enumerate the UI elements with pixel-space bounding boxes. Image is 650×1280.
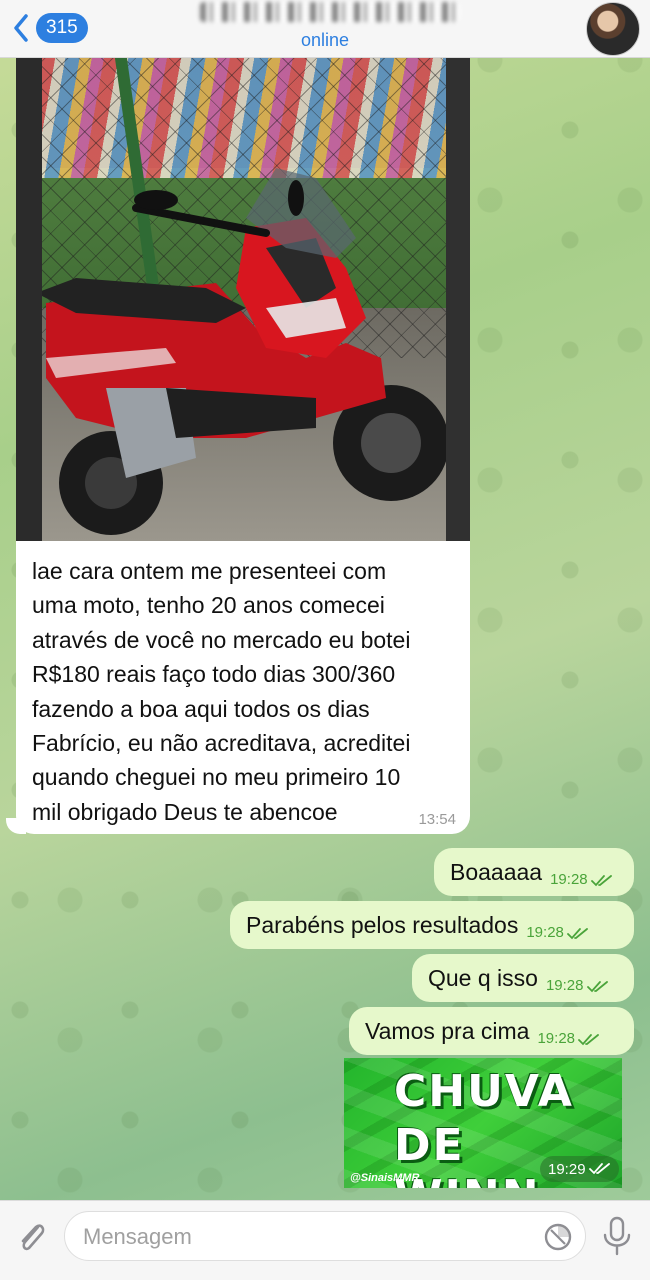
text-line: uma moto, tenho 20 anos comecei [32, 592, 385, 619]
text-line: quando cheguei no meu primeiro 10 [32, 764, 401, 791]
message-time: 13:54 [418, 811, 456, 828]
message-placeholder: Mensagem [83, 1224, 192, 1249]
contact-name[interactable] [200, 2, 460, 22]
contact-status: online [300, 30, 350, 50]
message-input[interactable]: Mensagem [64, 1211, 586, 1261]
sticker-icon[interactable] [543, 1222, 573, 1252]
double-check-icon [566, 927, 588, 939]
text-line: lae cara ontem me presenteei com [32, 558, 387, 584]
message-text: Vamos pra cima [365, 1017, 530, 1044]
text-line: fazendo a boa aqui todos os dias [32, 695, 370, 722]
incoming-message[interactable]: lae cara ontem me presenteei com uma mot… [16, 58, 470, 834]
text-line: através de você no mercado eu botei [32, 626, 411, 653]
message-time: 19:28 [537, 1029, 576, 1047]
message-time: 19:29 [548, 1160, 586, 1178]
message-text: Boaaaaa [450, 858, 543, 885]
microphone-icon[interactable] [600, 1215, 634, 1257]
message-text: Que q isso [428, 964, 538, 991]
outgoing-message[interactable]: Parabéns pelos resultados 19:28 [230, 901, 634, 949]
avatar[interactable] [586, 2, 640, 56]
double-check-icon [578, 1033, 599, 1045]
redacted-name [200, 2, 460, 22]
sticker-handle: @SinaisMMR [350, 1172, 420, 1184]
outgoing-message[interactable]: Vamos pra cima 19:28 [349, 1007, 634, 1055]
double-check-icon [588, 1163, 610, 1175]
message-composer: Mensagem [0, 1200, 650, 1280]
double-check-icon [590, 874, 612, 886]
paperclip-icon[interactable] [14, 1217, 50, 1257]
motorcycle-illustration [36, 168, 449, 535]
outgoing-message[interactable]: Boaaaaa 19:28 [434, 848, 634, 896]
message-time: 19:28 [526, 923, 564, 941]
message-time: 19:28 [545, 976, 584, 994]
sticker-time-badge: 19:29 [540, 1156, 619, 1182]
double-check-icon [586, 980, 608, 992]
motorcycle-photo[interactable] [16, 58, 470, 541]
chat-header: 315 online [0, 0, 650, 58]
text-line: Fabrício, eu não acreditava, acreditei [32, 730, 411, 757]
message-time: 19:28 [550, 870, 588, 888]
text-line: R$180 reais faço todo dias 300/360 [32, 661, 396, 688]
incoming-message-text: lae cara ontem me presenteei com uma mot… [32, 554, 452, 829]
text-line: mil obrigado Deus te abencoe [32, 798, 338, 825]
sticker-text-line1: CHUVA [394, 1066, 574, 1117]
message-text: Parabéns pelos resultados [246, 911, 519, 938]
outgoing-message[interactable]: Que q isso 19:28 [412, 954, 634, 1002]
